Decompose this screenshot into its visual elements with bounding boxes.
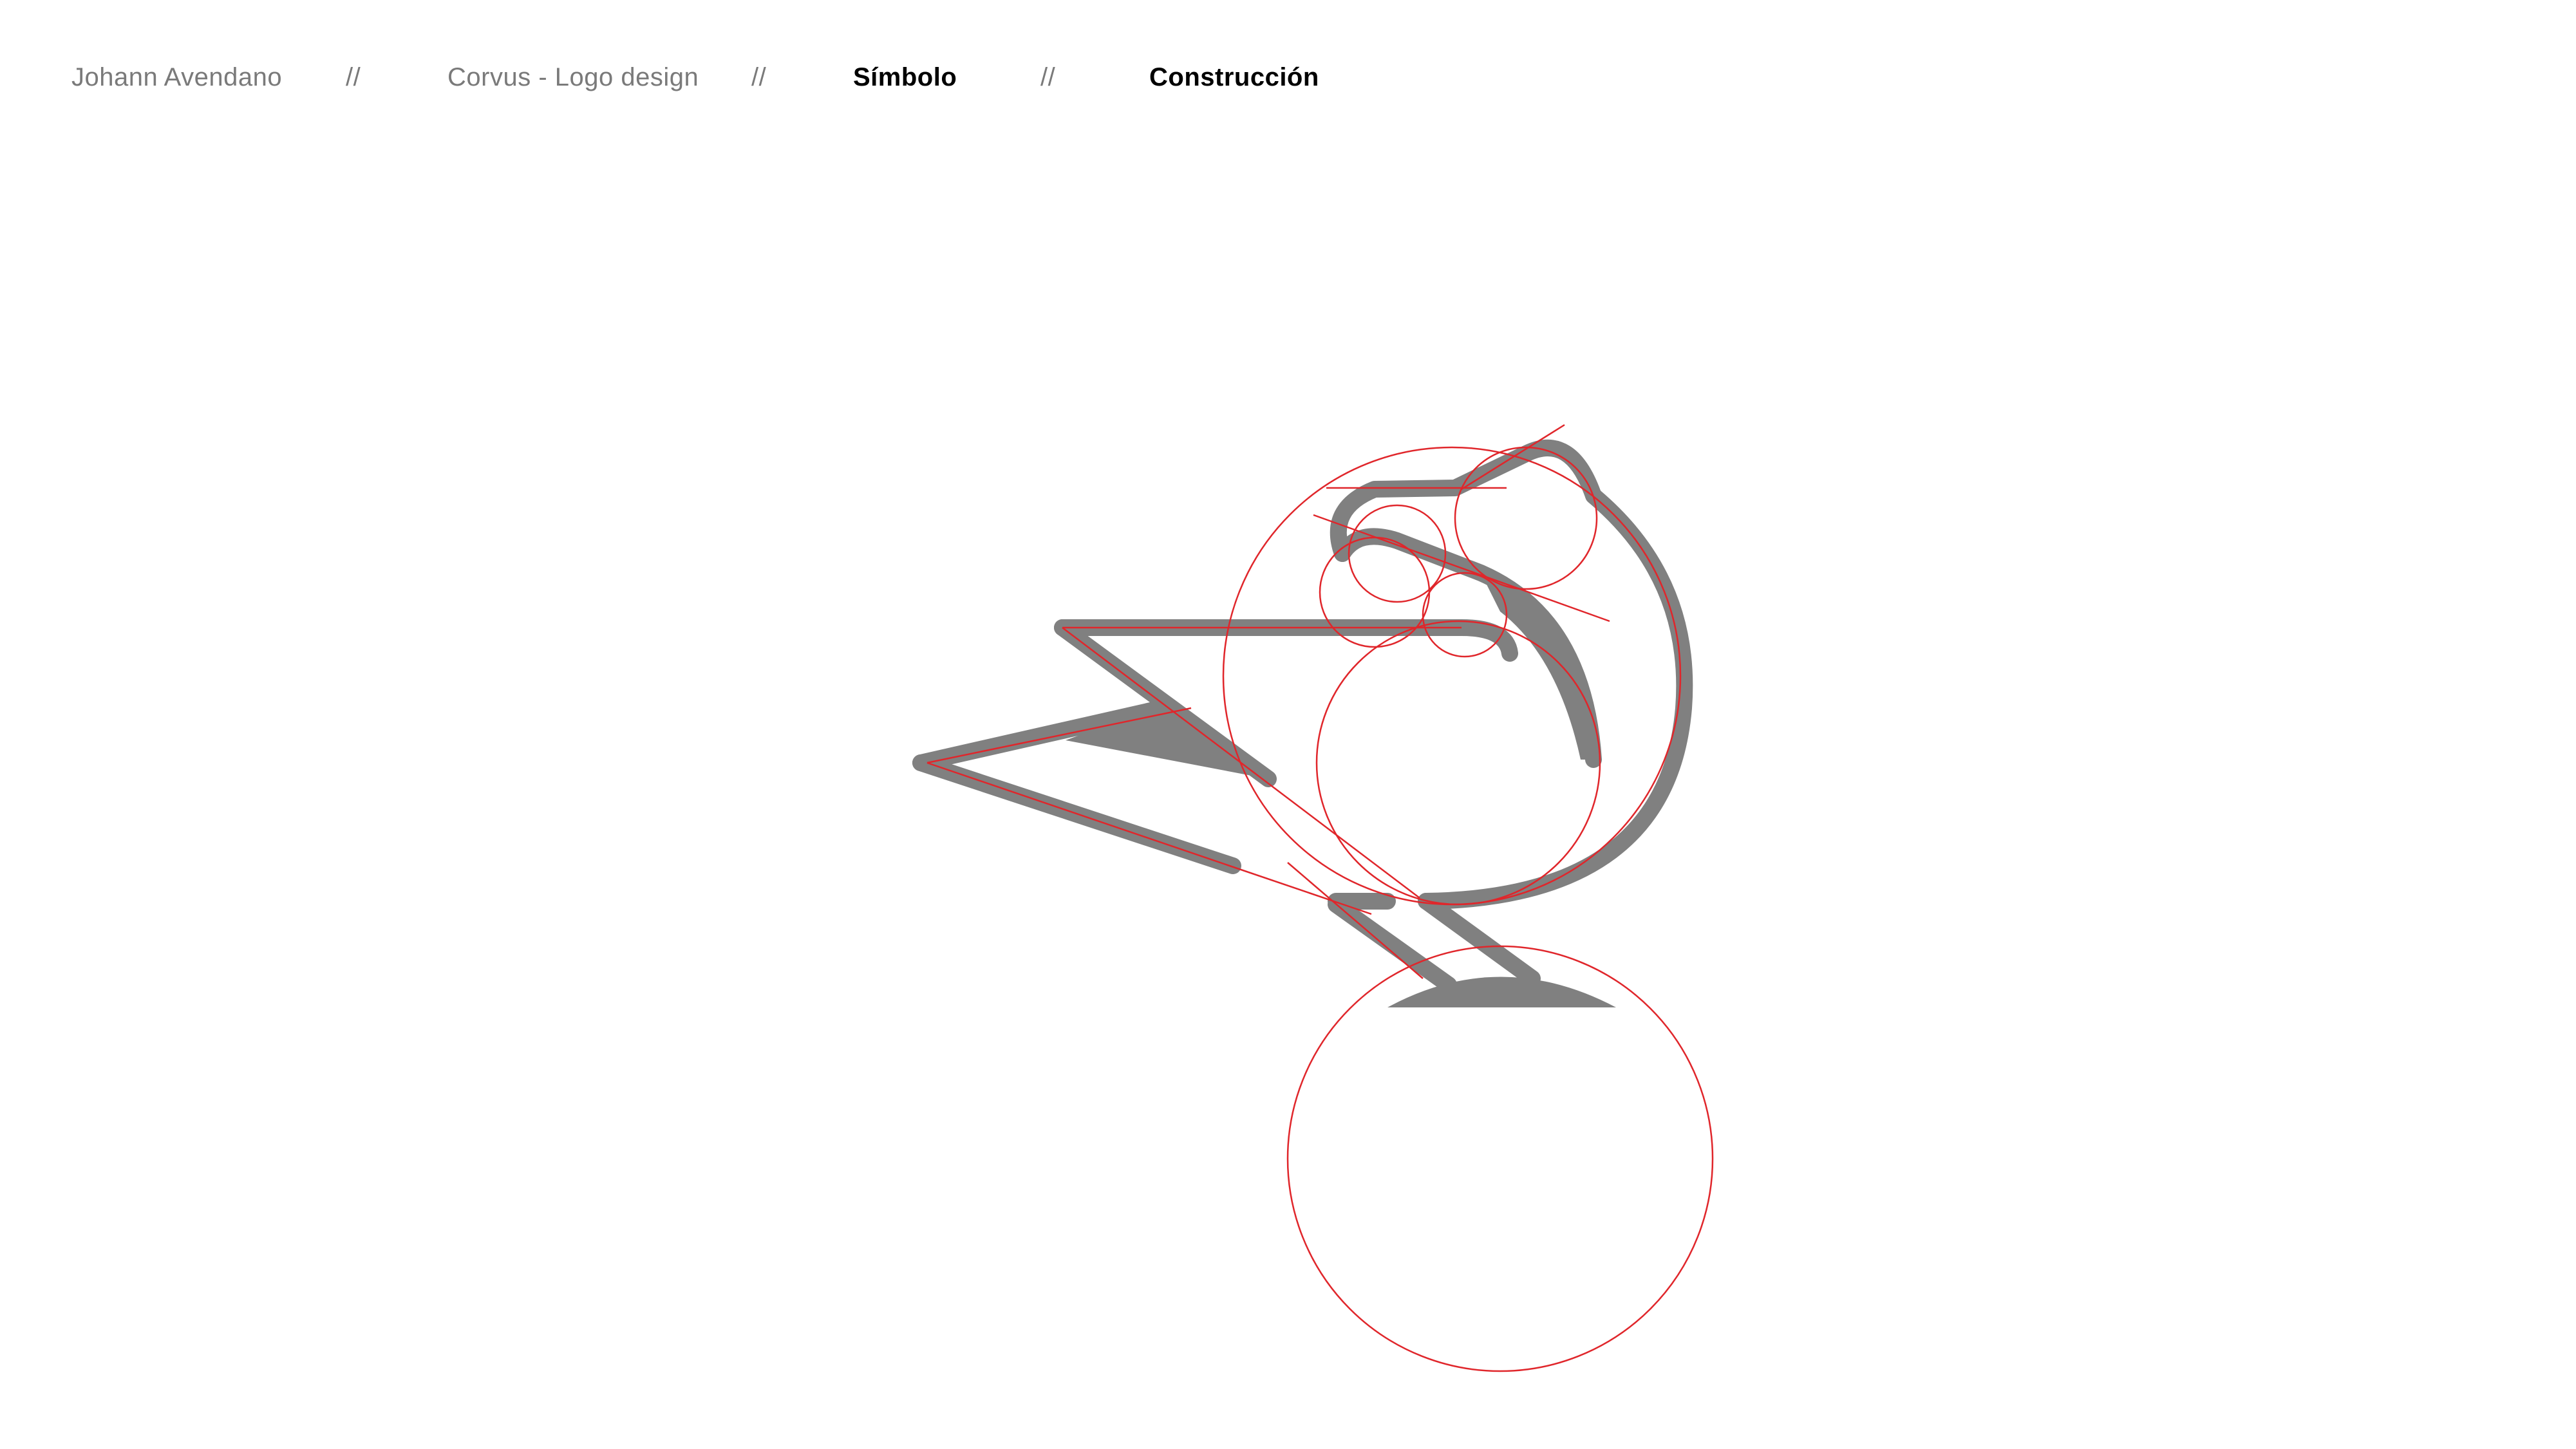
logo-body-arc	[1418, 487, 1693, 910]
logo-fills	[1066, 573, 1616, 1007]
corvus-bird-icon	[912, 424, 1714, 1372]
guide-circle-small-c	[1422, 572, 1508, 658]
guide-line-head	[1461, 424, 1565, 491]
logo-leg-right	[1418, 893, 1541, 987]
guide-circle-head	[1454, 446, 1598, 590]
construction-guides	[926, 424, 1714, 1372]
guide-line-crest	[1313, 514, 1610, 622]
guide-circle-ground	[1286, 945, 1714, 1372]
logo-ground-arc	[1387, 977, 1616, 1007]
guide-line-tail-low	[926, 762, 1372, 915]
guide-line-diagonal	[1062, 627, 1420, 899]
guide-line-leg	[1287, 862, 1424, 979]
